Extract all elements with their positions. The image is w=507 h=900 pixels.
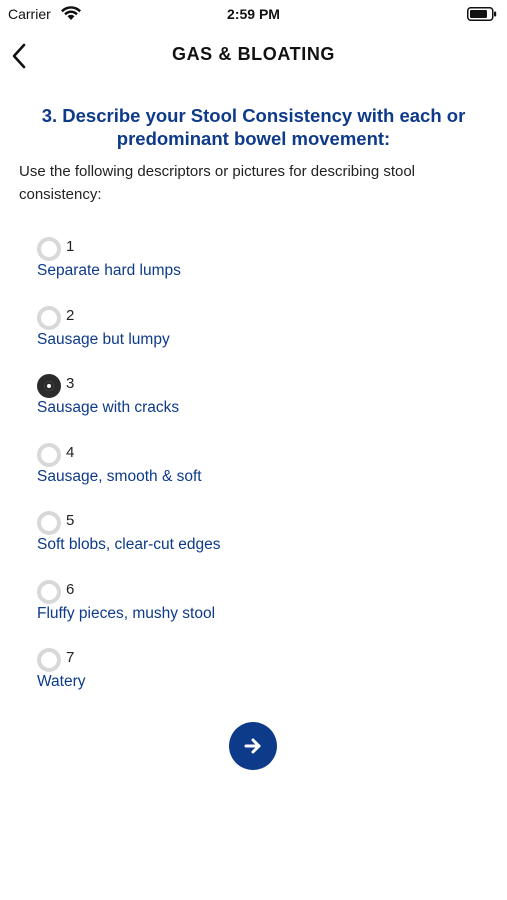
option-6[interactable]: 6 Fluffy pieces, mushy stool <box>36 580 336 630</box>
option-label: Sausage but lumpy <box>37 331 170 348</box>
radio-button[interactable] <box>37 443 61 467</box>
option-number: 4 <box>66 444 75 461</box>
option-label: Fluffy pieces, mushy stool <box>37 605 216 622</box>
radio-button[interactable] <box>37 237 61 261</box>
status-bar: Carrier 2:59 PM <box>0 0 507 28</box>
radio-button[interactable] <box>37 580 61 604</box>
option-label: Soft blobs, clear-cut edges <box>37 536 221 553</box>
option-label: Watery <box>37 673 86 690</box>
option-7[interactable]: 7 Watery <box>36 648 336 698</box>
question-title: 3. Describe your Stool Consistency with … <box>41 105 466 149</box>
option-1[interactable]: 1 Separate hard lumps <box>36 237 336 287</box>
option-number: 7 <box>66 649 75 666</box>
option-number: 5 <box>66 512 75 529</box>
status-time: 2:59 PM <box>227 6 280 22</box>
radio-button[interactable] <box>37 511 61 535</box>
navigation-bar: GAS & BLOATING <box>0 30 507 80</box>
option-4[interactable]: 4 Sausage, smooth & soft <box>36 443 336 493</box>
option-5[interactable]: 5 Soft blobs, clear-cut edges <box>36 511 336 561</box>
battery-icon <box>467 7 497 21</box>
option-number: 6 <box>66 581 75 598</box>
option-label: Sausage with cracks <box>37 399 180 416</box>
page-title: GAS & BLOATING <box>171 44 336 64</box>
radio-button[interactable] <box>37 306 61 330</box>
option-label: Separate hard lumps <box>37 262 181 279</box>
arrow-right-icon <box>244 738 261 754</box>
question-instructions: Use the following descriptors or picture… <box>19 163 416 203</box>
option-3[interactable]: 3 Sausage with cracks <box>36 374 336 424</box>
next-button[interactable] <box>229 722 277 770</box>
option-number: 1 <box>66 238 75 255</box>
radio-button-selected[interactable] <box>37 374 61 398</box>
radio-button[interactable] <box>37 648 61 672</box>
option-2[interactable]: 2 Sausage but lumpy <box>36 306 336 356</box>
option-number: 2 <box>66 307 75 324</box>
option-label: Sausage, smooth & soft <box>37 468 202 485</box>
option-number: 3 <box>66 375 75 392</box>
